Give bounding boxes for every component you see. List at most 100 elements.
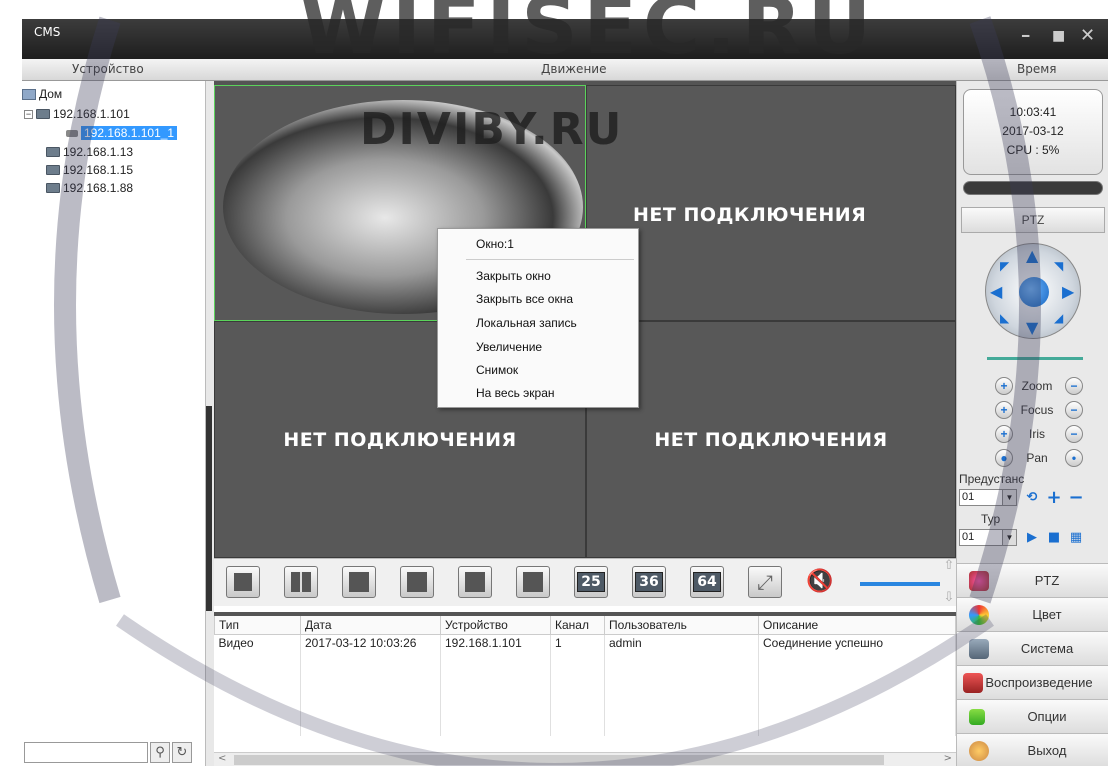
preset-goto-icon[interactable]: ⟲ [1023, 489, 1041, 507]
horizontal-scrollbar[interactable]: < > [214, 752, 956, 766]
arrow-down-icon[interactable]: ▼ [1026, 320, 1038, 336]
iris-open-icon[interactable]: + [995, 425, 1013, 443]
panel-splitter[interactable] [205, 81, 214, 766]
close-icon[interactable]: ✕ [1080, 27, 1095, 45]
preset-select[interactable]: 01 ▼ [959, 489, 1017, 506]
arrow-upleft-icon[interactable]: ◤ [1000, 258, 1009, 274]
tree-device-1[interactable]: − 192.168.1.101 [24, 107, 130, 121]
video-cell-2[interactable]: НЕТ ПОДКЛЮЧЕНИЯ [586, 85, 956, 321]
search-input[interactable] [24, 742, 148, 763]
focus-in-icon[interactable]: + [995, 401, 1013, 419]
menu-item-fullscreen[interactable]: На весь экран [476, 386, 555, 400]
menu-item-local-record[interactable]: Локальная запись [476, 316, 577, 330]
scroll-down-icon[interactable]: ⇩ [942, 591, 956, 605]
arrow-left-icon[interactable]: ◀ [990, 284, 1002, 300]
menu-item-snapshot[interactable]: Снимок [476, 363, 518, 377]
menu-item-close-window[interactable]: Закрыть окно [476, 269, 551, 283]
table-row [214, 702, 956, 719]
scroll-left-icon[interactable]: < [218, 753, 226, 764]
table-row[interactable]: Видео 2017-03-12 10:03:26 192.168.1.101 … [214, 634, 956, 651]
context-menu: Окно:1 Закрыть окно Закрыть все окна Лок… [437, 228, 639, 408]
scroll-thumb[interactable] [234, 755, 884, 765]
menu-item-close-all[interactable]: Закрыть все окна [476, 292, 573, 306]
video-cell-4[interactable]: НЕТ ПОДКЛЮЧЕНИЯ [586, 321, 956, 558]
menu-playback-button[interactable]: Воспроизведение [957, 665, 1108, 699]
header-motion: Движение [541, 62, 607, 76]
mute-icon[interactable]: 🔇 [806, 569, 836, 597]
chevron-down-icon: ▼ [1002, 490, 1016, 505]
context-menu-title: Окно:1 [476, 237, 514, 251]
ptz-joystick[interactable]: ▲ ▼ ◀ ▶ ◤ ◥ ◣ ◢ [985, 243, 1081, 339]
layout-9-button[interactable] [458, 566, 492, 598]
device-icon [46, 183, 60, 193]
joystick-center[interactable] [1019, 277, 1049, 307]
menu-system-button[interactable]: Система [957, 631, 1108, 665]
minimize-icon[interactable]: ━ [1022, 27, 1029, 45]
tree-root-label: Дом [39, 87, 63, 101]
layout-25-button[interactable]: 25 [574, 566, 608, 598]
focus-out-icon[interactable]: − [1065, 401, 1083, 419]
tour-stop-icon[interactable]: ■ [1045, 529, 1063, 547]
volume-slider[interactable] [860, 582, 940, 586]
tree-device-2[interactable]: 192.168.1.13 [46, 145, 133, 159]
search-icon[interactable]: ⚲ [150, 742, 170, 763]
col-device[interactable]: Устройство [440, 616, 551, 635]
tree-search: ⚲ ↻ [22, 740, 205, 766]
menu-ptz-button[interactable]: PTZ [957, 563, 1108, 597]
refresh-icon[interactable]: ↻ [172, 742, 192, 763]
tree-device-3[interactable]: 192.168.1.15 [46, 163, 133, 177]
layout-8-button[interactable] [400, 566, 434, 598]
cell-user: admin [604, 634, 759, 651]
preset-remove-icon[interactable]: − [1067, 489, 1085, 507]
arrow-downleft-icon[interactable]: ◣ [1000, 310, 1009, 326]
event-log: Тип Дата Устройство Канал Пользователь О… [214, 612, 956, 766]
col-channel[interactable]: Канал [550, 616, 605, 635]
scroll-right-icon[interactable]: > [944, 753, 952, 764]
collapse-icon[interactable]: − [24, 109, 33, 119]
fullscreen-icon[interactable]: ⤢ [748, 566, 782, 598]
scroll-up-icon[interactable]: ⇧ [942, 559, 956, 573]
log-table: Тип Дата Устройство Канал Пользователь О… [214, 616, 956, 736]
arrow-downright-icon[interactable]: ◢ [1054, 310, 1063, 326]
tree-channel-label: 192.168.1.101_1 [81, 126, 178, 140]
tour-select[interactable]: 01 ▼ [959, 529, 1017, 546]
menu-exit-button[interactable]: Выход [957, 733, 1108, 766]
tour-grid-icon[interactable]: ▦ [1067, 529, 1085, 547]
iris-close-icon[interactable]: − [1065, 425, 1083, 443]
tour-play-icon[interactable]: ▶ [1023, 529, 1041, 547]
arrow-up-icon[interactable]: ▲ [1026, 248, 1038, 264]
zoom-out-icon[interactable]: − [1065, 377, 1083, 395]
menu-options-button[interactable]: Опции [957, 699, 1108, 733]
ptz-speed-slider[interactable] [987, 357, 1083, 360]
no-connection-label: НЕТ ПОДКЛЮЧЕНИЯ [633, 204, 867, 226]
pan-stop-icon[interactable]: • [1065, 449, 1083, 467]
device-icon [46, 165, 60, 175]
layout-64-button[interactable]: 64 [690, 566, 724, 598]
tree-channel-1[interactable]: 192.168.1.101_1 [66, 126, 178, 140]
layout-1-button[interactable] [226, 566, 260, 598]
zoom-control: + Zoom − [987, 377, 1087, 397]
arrow-upright-icon[interactable]: ◥ [1054, 258, 1063, 274]
col-description[interactable]: Описание [758, 616, 956, 635]
arrow-right-icon[interactable]: ▶ [1062, 284, 1074, 300]
home-icon [22, 88, 36, 100]
layout-16-button[interactable] [516, 566, 550, 598]
menu-color-button[interactable]: Цвет [957, 597, 1108, 631]
layout-6-button[interactable] [342, 566, 376, 598]
col-user[interactable]: Пользователь [604, 616, 759, 635]
tree-device-4[interactable]: 192.168.1.88 [46, 181, 133, 195]
layout-4-button[interactable] [284, 566, 318, 598]
chevron-down-icon: ▼ [1002, 530, 1016, 545]
col-type[interactable]: Тип [214, 616, 301, 635]
no-connection-label: НЕТ ПОДКЛЮЧЕНИЯ [654, 428, 888, 451]
preset-add-icon[interactable]: + [1045, 489, 1063, 507]
pan-start-icon[interactable]: ● [995, 449, 1013, 467]
pan-label: Pan [1026, 451, 1048, 465]
zoom-in-icon[interactable]: + [995, 377, 1013, 395]
splitter-handle[interactable] [206, 406, 212, 611]
col-date[interactable]: Дата [300, 616, 441, 635]
maximize-icon[interactable]: ■ [1052, 27, 1065, 45]
tree-root[interactable]: Дом [22, 87, 62, 101]
menu-item-zoom[interactable]: Увеличение [476, 340, 542, 354]
layout-36-button[interactable]: 36 [632, 566, 666, 598]
